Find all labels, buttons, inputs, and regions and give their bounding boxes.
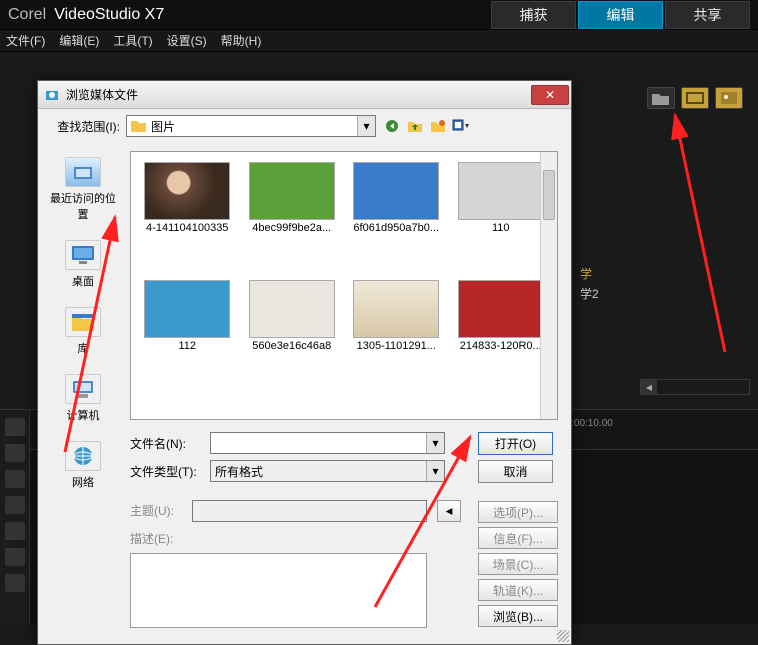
tab-capture[interactable]: 捕获 (491, 1, 576, 29)
file-thumb[interactable]: 1305-1101291... (348, 280, 445, 352)
library-list: 学 学2 (580, 262, 599, 305)
chevron-down-icon[interactable]: ▾ (426, 461, 444, 481)
storyboard-view-icon[interactable] (5, 418, 25, 436)
library-hscroll[interactable]: ◀ (640, 379, 750, 395)
browse-media-dialog: 浏览媒体文件 ✕ 查找范围(I): 图片 ▾ (37, 80, 572, 645)
dialog-icon (44, 87, 60, 103)
subject-label: 主题(U): (130, 500, 186, 519)
timeline-track-headers (0, 410, 30, 624)
filetype-combobox[interactable]: 所有格式 ▾ (210, 460, 445, 482)
menu-bar: 文件(F) 编辑(E) 工具(T) 设置(S) 帮助(H) (0, 30, 758, 52)
places-computer[interactable]: 计算机 (48, 374, 118, 423)
chevron-down-icon[interactable]: ▾ (426, 433, 444, 453)
media-clip-icon[interactable] (681, 87, 709, 109)
menu-file[interactable]: 文件(F) (6, 32, 45, 49)
track-icon-1[interactable] (5, 470, 25, 488)
file-thumb[interactable]: 214833-120R0... (453, 280, 550, 352)
track-icon-2[interactable] (5, 496, 25, 514)
library-item-1[interactable]: 学 (580, 265, 599, 282)
timeline-view-icon[interactable] (5, 444, 25, 462)
brand-corel: Corel (8, 6, 46, 24)
filetype-label: 文件类型(T): (130, 463, 202, 480)
description-label: 描述(E): (130, 528, 186, 547)
file-thumb[interactable]: 4-141104100335 (139, 162, 236, 234)
lookin-value: 图片 (151, 118, 175, 135)
file-thumb[interactable]: 112 (139, 280, 236, 352)
up-folder-icon[interactable] (405, 116, 425, 136)
auto-play-icon[interactable]: ◂ (437, 500, 461, 522)
view-menu-icon[interactable] (451, 116, 471, 136)
scroll-left-icon[interactable]: ◀ (641, 380, 657, 394)
close-button[interactable]: ✕ (531, 85, 569, 105)
tab-share[interactable]: 共享 (665, 1, 750, 29)
resize-grip-icon[interactable] (557, 630, 569, 642)
track-icon-3[interactable] (5, 522, 25, 540)
scenes-button[interactable]: 场景(C)... (478, 553, 558, 575)
track-icon-5[interactable] (5, 574, 25, 592)
library-item-2[interactable]: 学2 (580, 285, 599, 302)
cancel-button[interactable]: 取消 (478, 460, 553, 483)
places-network[interactable]: 网络 (48, 441, 118, 490)
places-desktop[interactable]: 桌面 (48, 240, 118, 289)
file-thumb[interactable]: 4bec99f9be2a... (244, 162, 341, 234)
chevron-down-icon[interactable]: ▾ (357, 116, 375, 136)
back-icon[interactable] (382, 116, 402, 136)
open-button[interactable]: 打开(O) (478, 432, 553, 455)
file-thumb[interactable]: 560e3e16c46a8 (244, 280, 341, 352)
menu-settings[interactable]: 设置(S) (167, 32, 207, 49)
mode-tabs: 捕获 编辑 共享 (489, 1, 750, 29)
tracks-button[interactable]: 轨道(K)... (478, 579, 558, 601)
filename-label: 文件名(N): (130, 435, 202, 452)
menu-tools[interactable]: 工具(T) (113, 32, 152, 49)
photo-icon[interactable] (715, 87, 743, 109)
library-toolbar (647, 87, 743, 109)
file-thumb[interactable]: 110 (453, 162, 550, 234)
tab-edit[interactable]: 编辑 (578, 1, 663, 29)
file-vscroll[interactable] (540, 152, 557, 419)
description-textarea[interactable] (130, 553, 427, 628)
options-button[interactable]: 选项(P)... (478, 501, 558, 523)
brand-product: VideoStudio X7 (54, 6, 164, 24)
places-recent[interactable]: 最近访问的位置 (48, 157, 118, 222)
dialog-title: 浏览媒体文件 (66, 86, 525, 103)
filename-input[interactable]: ▾ (210, 432, 445, 454)
file-list[interactable]: 4-1411041003354bec99f9be2a...6f061d950a7… (130, 151, 558, 420)
title-bar: Corel VideoStudio X7 捕获 编辑 共享 (0, 0, 758, 30)
new-folder-icon[interactable] (428, 116, 448, 136)
file-thumb[interactable]: 6f061d950a7b0... (348, 162, 445, 234)
subject-input[interactable] (192, 500, 427, 522)
info-button[interactable]: 信息(F)... (478, 527, 558, 549)
places-libraries[interactable]: 库 (48, 307, 118, 356)
menu-edit[interactable]: 编辑(E) (59, 32, 99, 49)
track-icon-4[interactable] (5, 548, 25, 566)
browse-folder-icon[interactable] (647, 87, 675, 109)
places-bar: 最近访问的位置 桌面 库 计算机 网络 (48, 157, 118, 508)
lookin-label: 查找范围(I): (46, 118, 120, 135)
menu-help[interactable]: 帮助(H) (221, 32, 262, 49)
lookin-combobox[interactable]: 图片 ▾ (126, 115, 376, 137)
